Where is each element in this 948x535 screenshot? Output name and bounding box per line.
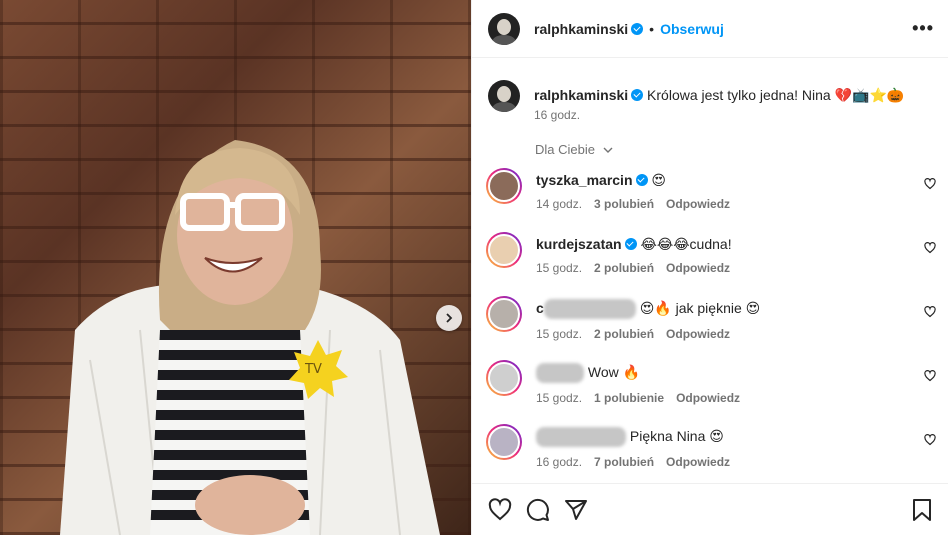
comment-item: tyszka_marcin 😍 14 godz. 3 polubień Odpowi… [486,168,942,218]
comment-likes[interactable]: 1 polubienie [594,391,664,405]
comment-time: 15 godz. [536,261,583,275]
post-header: ralphkaminski • Obserwuj ••• [472,0,948,58]
comment-time: 14 godz. [536,197,583,211]
comment-like-heart-icon[interactable] [924,434,936,446]
comment-icon[interactable] [526,498,550,522]
comment-item: Wow 🔥 15 godz. 1 polubienie Odpowiedz [486,360,942,410]
commenter-username[interactable]: kurdejszatan [536,236,622,252]
commenter-avatar[interactable] [486,296,522,332]
caption-line: ralphkaminski Królowa jest tylko jedna! … [534,80,904,104]
separator-dot: • [649,20,655,37]
comment-item: c 😍🔥 jak pięknie 😍 15 godz. 2 polubień Odp… [486,296,942,346]
commenter-username[interactable]: c [536,300,544,316]
verified-badge-icon [631,89,644,101]
commenter-avatar[interactable] [486,168,522,204]
comment-likes[interactable]: 3 polubień [594,197,654,211]
more-options-icon[interactable]: ••• [912,18,934,39]
post-photo[interactable]: TV [0,0,471,535]
reply-button[interactable]: Odpowiedz [666,197,730,211]
redacted-username [543,299,636,320]
comment-like-heart-icon[interactable] [924,242,936,254]
commenter-avatar[interactable] [486,360,522,396]
reply-button[interactable]: Odpowiedz [676,391,740,405]
chevron-right-icon [446,313,453,323]
caption-username[interactable]: ralphkaminski [534,87,628,103]
commenter-avatar[interactable] [486,232,522,268]
tv-badge-text: TV [304,362,322,377]
comment-like-heart-icon[interactable] [924,370,936,382]
caption-author-avatar[interactable] [488,80,520,112]
verified-badge-icon [631,22,644,35]
verified-badge-icon [635,174,648,186]
author-username[interactable]: ralphkaminski [534,21,628,37]
redacted-username [536,363,584,384]
comment-meta: 15 godz. 2 polubień Odpowiedz [536,327,760,341]
comment-time: 16 godz. [536,455,583,470]
comment-text: 😂😂😂cudna! [640,236,732,252]
reply-button[interactable]: Odpowiedz [666,261,730,275]
comment-filter-label: Dla Ciebie [535,142,595,157]
comment-text: Wow 🔥 [587,364,641,380]
comment-meta: 15 godz. 2 polubień Odpowiedz [536,261,742,275]
post-caption: ralphkaminski Królowa jest tylko jedna! … [488,80,938,122]
comment-meta: 16 godz. 7 polubień Odpowiedz [536,455,742,469]
redacted-username [536,427,626,448]
author-avatar[interactable] [488,12,520,45]
comment-time: 15 godz. [536,327,583,342]
heart-icon[interactable] [488,497,512,522]
comment-likes[interactable]: 2 polubień [594,327,654,341]
comment-text: 😍🔥 jak pięknie 😍 [639,300,761,316]
comment-like-heart-icon[interactable] [924,178,936,190]
next-photo-button[interactable] [436,305,462,331]
comment-meta: 15 godz. 1 polubienie Odpowiedz [536,391,752,405]
comment-item: Piękna Nina 😍 16 godz. 7 polubień Odpowied… [486,424,942,474]
caption-time: 16 godz. [534,108,581,122]
commenter-avatar[interactable] [486,424,522,460]
comment-item: kurdejszatan 😂😂😂cudna! 15 godz. 2 polubie… [486,232,942,282]
post-side-panel: ralphkaminski • Obserwuj ••• ralphkamins… [471,0,948,535]
bookmark-icon[interactable] [911,498,933,522]
comment-likes[interactable]: 7 polubień [594,455,654,469]
comment-filter-dropdown[interactable]: Dla Ciebie [535,142,614,157]
comment-text: Piękna Nina 😍 [629,428,724,444]
follow-button[interactable]: Obserwuj [660,21,724,37]
caption-meta: 16 godz. [534,108,904,122]
comment-text: 😍 [651,172,667,188]
post-actions-bar [472,483,948,535]
commenter-username[interactable]: tyszka_marcin [536,172,633,188]
send-icon[interactable] [564,498,588,522]
chevron-down-icon [603,147,613,153]
person-illustration: TV [60,140,440,535]
reply-button[interactable]: Odpowiedz [666,455,730,469]
comment-meta: 14 godz. 3 polubień Odpowiedz [536,197,742,211]
comment-likes[interactable]: 2 polubień [594,261,654,275]
caption-text: Królowa jest tylko jedna! Nina 💔📺⭐🎃 [647,87,905,103]
verified-badge-icon [624,238,637,250]
comment-time: 15 godz. [536,391,583,406]
reply-button[interactable]: Odpowiedz [666,327,730,341]
comment-like-heart-icon[interactable] [924,306,936,318]
